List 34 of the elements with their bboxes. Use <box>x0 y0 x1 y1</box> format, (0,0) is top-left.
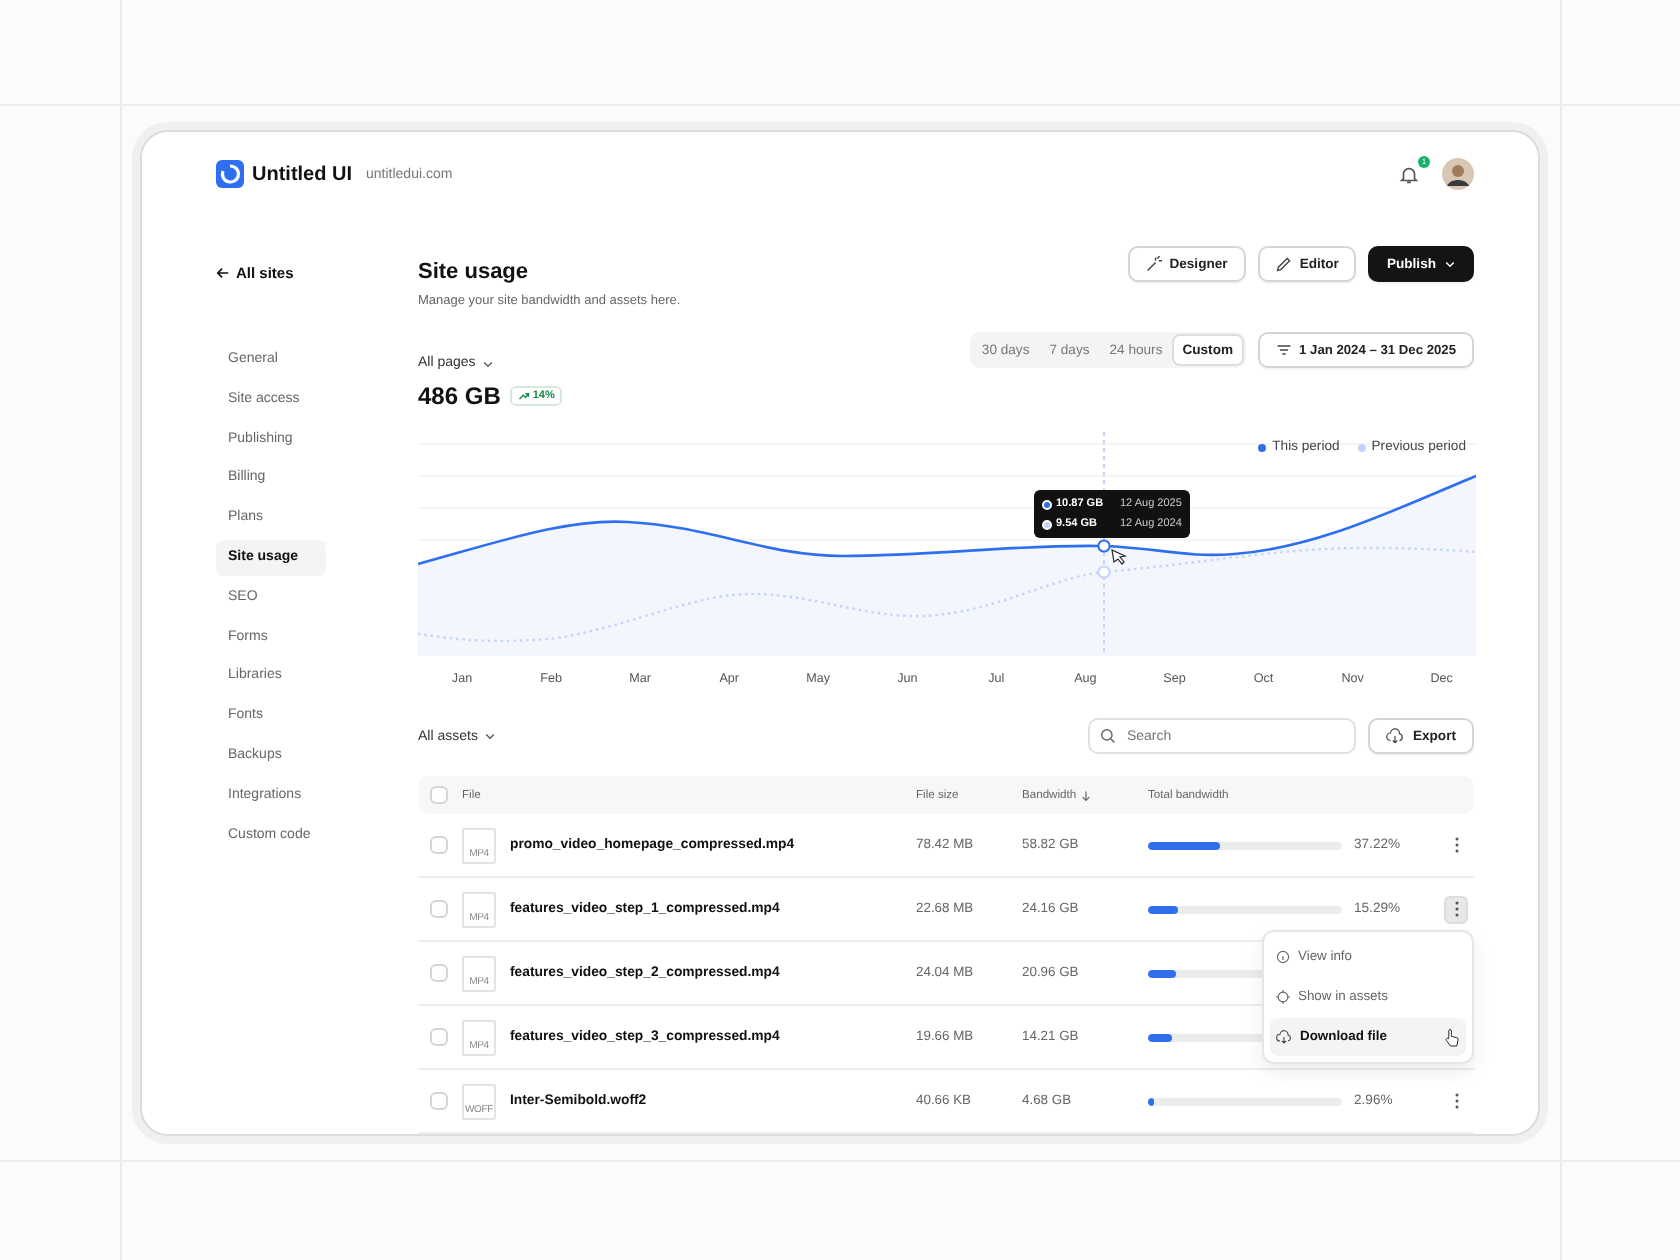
row-checkbox[interactable] <box>430 964 448 982</box>
info-icon <box>1276 950 1290 964</box>
chevron-down-icon <box>1444 258 1456 270</box>
crosshair-icon <box>1276 990 1290 1004</box>
chevron-down-icon <box>481 357 494 369</box>
wand-icon <box>1145 256 1162 272</box>
data-point <box>1097 565 1111 579</box>
arrow-down-icon <box>1080 789 1093 801</box>
trend-up-icon <box>518 390 531 402</box>
chevron-down-icon <box>483 730 496 742</box>
row-checkbox[interactable] <box>430 1028 448 1046</box>
cursor-icon <box>1444 1027 1460 1047</box>
pencil-icon <box>1275 256 1292 272</box>
data-point <box>1097 539 1111 553</box>
more-icon <box>1453 836 1459 854</box>
cloud-download-icon <box>1276 1030 1292 1044</box>
brand-name: Untitled UI <box>252 163 352 185</box>
row-checkbox[interactable] <box>430 900 448 918</box>
cloud-download-icon <box>1386 728 1405 744</box>
avatar[interactable] <box>1442 158 1474 190</box>
cursor-icon <box>1111 548 1127 565</box>
filter-icon <box>1275 342 1292 358</box>
row-checkbox[interactable] <box>430 836 448 854</box>
logo-icon <box>216 160 244 188</box>
more-icon <box>1453 900 1459 918</box>
total-value: 486 GB <box>418 382 501 410</box>
more-button[interactable] <box>1444 895 1468 923</box>
more-icon <box>1453 1092 1459 1110</box>
tooltip-dot <box>1042 499 1052 509</box>
tooltip-dot <box>1042 519 1052 529</box>
arrow-left-icon <box>216 265 230 279</box>
page-title: Site usage <box>418 260 531 284</box>
select-all-checkbox[interactable] <box>430 786 448 804</box>
row-checkbox[interactable] <box>430 1092 448 1110</box>
